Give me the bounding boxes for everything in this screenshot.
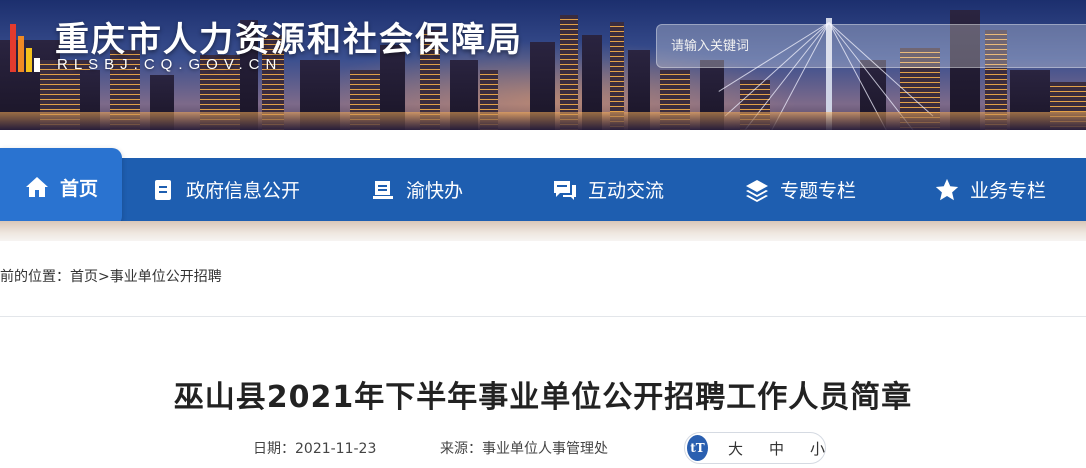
- home-icon: [24, 174, 50, 200]
- site-title[interactable]: 重庆市人力资源和社会保障局: [55, 12, 523, 61]
- layers-icon: [744, 177, 770, 203]
- site-header: 重庆市人力资源和社会保障局 RLSBJ.CQ.GOV.CN: [0, 0, 1086, 130]
- source-value: 事业单位人事管理处: [482, 441, 608, 457]
- article-title: 巫山县2021年下半年事业单位公开招聘工作人员简章: [173, 380, 913, 415]
- chat-icon: [552, 177, 578, 203]
- date-value: 2021-11-23: [295, 441, 377, 457]
- nav-item-interaction[interactable]: 互动交流: [552, 158, 664, 221]
- river-water: [0, 112, 1086, 130]
- main-nav: 首页 政府信息公开 渝快办 互动交流 专题专栏 业务专栏: [0, 148, 1086, 226]
- font-size-medium-button[interactable]: 中: [769, 438, 784, 459]
- book-icon: [370, 177, 396, 203]
- breadcrumb-prefix: 前的位置：: [0, 269, 70, 285]
- date-label: 日期：: [253, 441, 295, 457]
- font-size-large-button[interactable]: 大: [728, 438, 743, 459]
- search-box: [656, 24, 1086, 68]
- document-icon: [150, 177, 176, 203]
- breadcrumb-home-link[interactable]: 首页: [70, 269, 98, 285]
- logo-icon: [10, 24, 40, 72]
- nav-item-label: 政府信息公开: [186, 180, 301, 202]
- breadcrumb-separator: >: [98, 269, 110, 285]
- site-domain: RLSBJ.CQ.GOV.CN: [57, 56, 283, 73]
- search-input[interactable]: [657, 25, 1086, 67]
- breadcrumb: 前的位置：首页>事业单位公开招聘: [0, 266, 222, 286]
- nav-item-business[interactable]: 业务专栏: [934, 158, 1046, 221]
- nav-item-topics[interactable]: 专题专栏: [744, 158, 856, 221]
- nav-item-home[interactable]: 首页: [0, 148, 122, 226]
- font-size-switch: tT 大 中 小: [684, 432, 826, 464]
- star-icon: [934, 177, 960, 203]
- font-size-small-button[interactable]: 小: [810, 438, 825, 459]
- nav-item-gov-info[interactable]: 政府信息公开: [150, 158, 300, 221]
- source-label: 来源：: [440, 441, 482, 457]
- nav-item-label: 互动交流: [588, 180, 665, 202]
- article-source: 来源：事业单位人事管理处: [440, 438, 608, 458]
- nav-item-yukuaiban[interactable]: 渝快办: [370, 158, 463, 221]
- font-size-icon: tT: [687, 435, 708, 461]
- article-date: 日期：2021-11-23: [253, 438, 376, 458]
- nav-item-label: 首页: [59, 177, 98, 200]
- nav-item-label: 业务专栏: [970, 180, 1047, 202]
- decorative-band: [0, 221, 1086, 241]
- divider: [0, 316, 1086, 317]
- nav-item-label: 渝快办: [406, 180, 464, 202]
- breadcrumb-current-link[interactable]: 事业单位公开招聘: [110, 269, 222, 285]
- nav-item-label: 专题专栏: [780, 180, 857, 202]
